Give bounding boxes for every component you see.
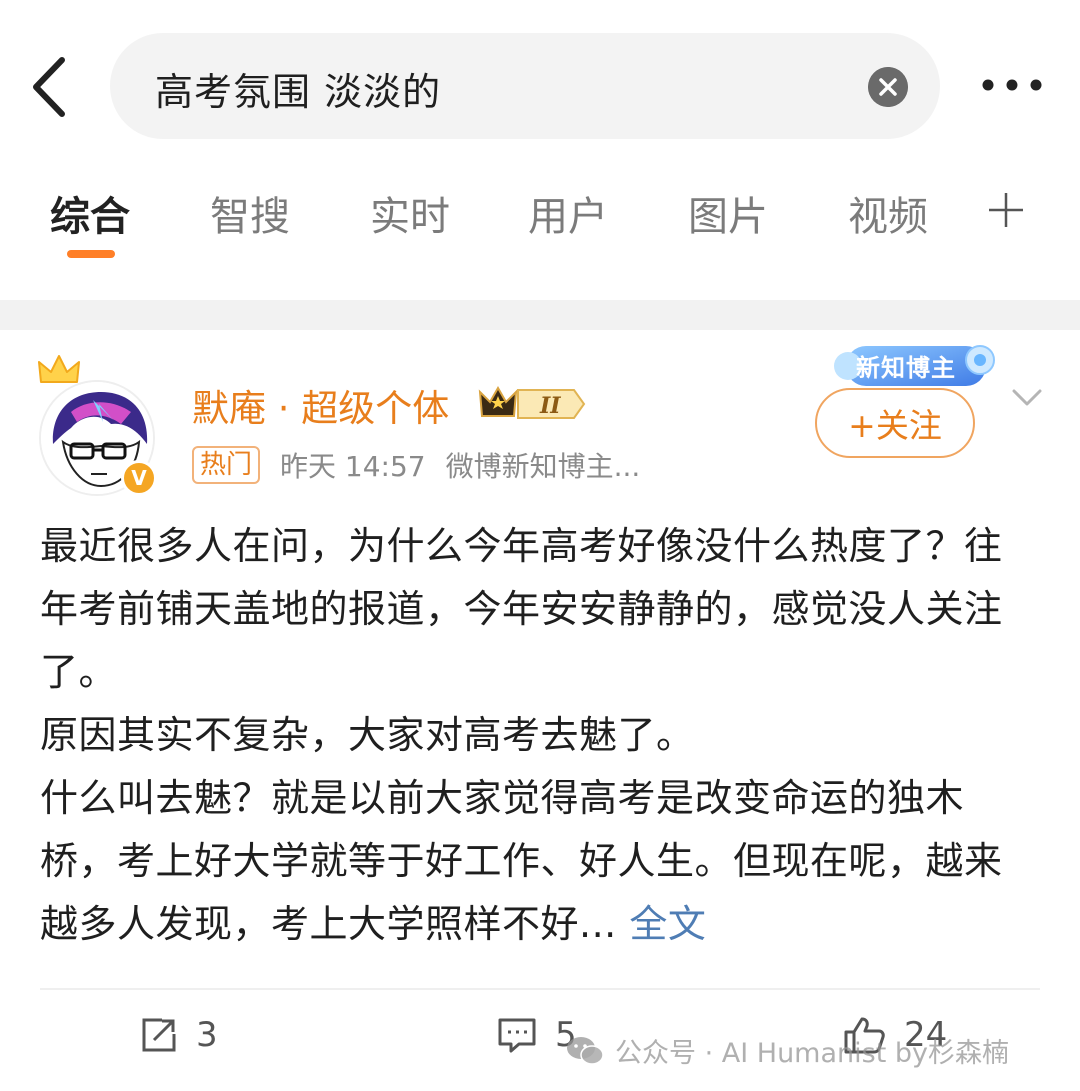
tab-realtime[interactable]: 实时 xyxy=(370,184,450,242)
repost-button[interactable]: 3 xyxy=(140,1015,218,1055)
add-tab-icon[interactable] xyxy=(986,190,1026,230)
search-input[interactable]: 高考氛围 淡淡的 xyxy=(110,33,940,139)
vip-level-badge-icon: II xyxy=(478,385,586,419)
tab-users[interactable]: 用户 xyxy=(528,184,608,242)
post-timestamp: 昨天 14:57 xyxy=(280,450,426,483)
repost-icon xyxy=(142,1018,176,1052)
post-paragraph-text: 什么叫去魅？就是以前大家觉得高考是改变命运的独木桥，考上好大学就等于好工作、好人… xyxy=(40,776,1003,946)
crown-icon xyxy=(38,355,80,383)
search-tabs: 综合 智搜 实时 用户 图片 视频 xyxy=(0,170,1080,300)
post-username[interactable]: 默庵 · 超级个体 xyxy=(192,378,449,432)
more-options-icon[interactable] xyxy=(978,70,1046,100)
weibo-post-card: V 默庵 · 超级个体 II 热门 昨天 14:57 微博新知博主... 新知博… xyxy=(0,330,1080,1091)
tab-videos[interactable]: 视频 xyxy=(848,184,928,242)
tab-smart-search[interactable]: 智搜 xyxy=(210,184,290,242)
wechat-icon xyxy=(567,1036,604,1065)
follow-button[interactable]: +关注 xyxy=(815,388,975,458)
verified-badge-icon: V xyxy=(121,460,157,496)
post-paragraph: 最近很多人在问，为什么今年高考好像没什么热度了？往年考前铺天盖地的报道，今年安安… xyxy=(40,524,1003,694)
section-divider xyxy=(0,300,1080,330)
badge-text: 新知博主 xyxy=(856,354,956,382)
full-text-link[interactable]: 全文 xyxy=(629,902,706,946)
card-divider xyxy=(40,988,1040,990)
hot-tag-badge: 热门 xyxy=(192,446,261,484)
search-header: 高考氛围 淡淡的 xyxy=(0,0,1080,170)
tab-images[interactable]: 图片 xyxy=(688,184,768,242)
post-paragraph: 原因其实不复杂，大家对高考去魅了。 xyxy=(40,713,695,757)
post-actions: 3 5 24 公众号 · AI Humanist by杉森楠 xyxy=(0,995,1080,1091)
post-source: 微博新知博主... xyxy=(445,450,641,483)
active-tab-indicator xyxy=(67,250,115,258)
post-paragraph-last: 什么叫去魅？就是以前大家觉得高考是改变命运的独木桥，考上好大学就等于好工作、好人… xyxy=(40,767,1040,956)
follow-label: +关注 xyxy=(848,406,942,445)
tab-comprehensive[interactable]: 综合 xyxy=(50,184,130,242)
repost-count: 3 xyxy=(196,1015,218,1055)
clear-icon[interactable] xyxy=(868,67,908,107)
vip-level-text: II xyxy=(539,393,561,419)
chevron-down-icon[interactable] xyxy=(1010,385,1044,409)
comment-icon xyxy=(498,1018,536,1053)
post-body-text[interactable]: 最近很多人在问，为什么今年高考好像没什么热度了？往年考前铺天盖地的报道，今年安安… xyxy=(40,515,1040,956)
search-query-text[interactable]: 高考氛围 淡淡的 xyxy=(155,61,441,116)
avatar-area[interactable]: V xyxy=(35,350,165,496)
watermark-text: 公众号 · AI Humanist by杉森楠 xyxy=(615,1038,1009,1069)
post-meta: 热门 昨天 14:57 微博新知博主... xyxy=(192,445,640,485)
wechat-watermark: 公众号 · AI Humanist by杉森楠 xyxy=(565,1031,1009,1070)
back-arrow-icon[interactable] xyxy=(22,52,82,122)
